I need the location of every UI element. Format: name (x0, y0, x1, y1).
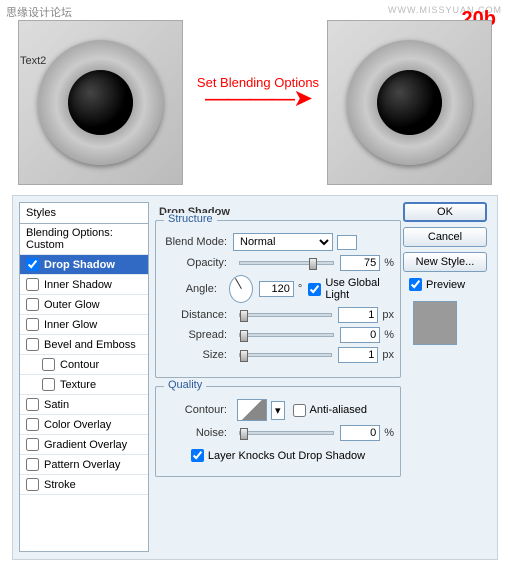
style-item-contour[interactable]: Contour (20, 355, 148, 375)
style-item-texture[interactable]: Texture (20, 375, 148, 395)
style-label: Color Overlay (44, 419, 111, 431)
style-item-outer-glow[interactable]: Outer Glow (20, 295, 148, 315)
style-label: Inner Glow (44, 319, 97, 331)
preview-label: Preview (426, 279, 465, 291)
spread-label: Spread: (162, 329, 227, 341)
opacity-value[interactable]: 75 (340, 255, 380, 271)
angle-dial[interactable] (229, 275, 253, 303)
style-item-bevel-and-emboss[interactable]: Bevel and Emboss (20, 335, 148, 355)
style-item-gradient-overlay[interactable]: Gradient Overlay (20, 435, 148, 455)
watermark-text: 思缘设计论坛 (6, 4, 72, 20)
style-checkbox[interactable] (26, 298, 39, 311)
preview-swatch (413, 301, 457, 345)
dialog-buttons: OK Cancel New Style... Preview (403, 202, 491, 345)
style-checkbox[interactable] (26, 458, 39, 471)
spread-value[interactable]: 0 (340, 327, 380, 343)
contour-label: Contour: (162, 404, 227, 416)
distance-label: Distance: (162, 309, 227, 321)
opacity-label: Opacity: (162, 257, 227, 269)
style-checkbox[interactable] (26, 418, 39, 431)
preview-checkbox[interactable] (409, 278, 422, 291)
contour-picker[interactable] (237, 399, 267, 421)
noise-value[interactable]: 0 (340, 425, 380, 441)
settings-panel: Drop Shadow Structure Blend Mode: Normal… (155, 202, 401, 485)
style-checkbox[interactable] (42, 358, 55, 371)
size-slider[interactable] (239, 353, 332, 357)
style-item-drop-shadow[interactable]: Drop Shadow (20, 255, 148, 275)
anti-aliased-checkbox[interactable] (293, 404, 306, 417)
style-label: Gradient Overlay (44, 439, 127, 451)
size-value[interactable]: 1 (338, 347, 378, 363)
style-item-inner-glow[interactable]: Inner Glow (20, 315, 148, 335)
distance-value[interactable]: 1 (338, 307, 378, 323)
style-label: Outer Glow (44, 299, 100, 311)
noise-label: Noise: (162, 427, 227, 439)
opacity-slider[interactable] (239, 261, 334, 265)
quality-fieldset: Quality Contour: ▾ Anti-aliased Noise: 0… (155, 386, 401, 477)
style-checkbox[interactable] (26, 258, 39, 271)
cancel-button[interactable]: Cancel (403, 227, 487, 247)
size-label: Size: (162, 349, 227, 361)
style-checkbox[interactable] (42, 378, 55, 391)
global-light-checkbox[interactable] (308, 283, 321, 296)
preview-after (327, 20, 492, 185)
style-label: Drop Shadow (44, 259, 115, 271)
style-item-pattern-overlay[interactable]: Pattern Overlay (20, 455, 148, 475)
style-item-satin[interactable]: Satin (20, 395, 148, 415)
style-checkbox[interactable] (26, 318, 39, 331)
style-checkbox[interactable] (26, 338, 39, 351)
structure-fieldset: Structure Blend Mode: Normal Opacity: 75… (155, 220, 401, 378)
color-swatch[interactable] (337, 235, 357, 250)
global-light-label: Use Global Light (325, 277, 394, 301)
new-style-button[interactable]: New Style... (403, 252, 487, 272)
arrow-icon: ――――➤ (188, 94, 328, 104)
style-label: Bevel and Emboss (44, 339, 136, 351)
style-checkbox[interactable] (26, 278, 39, 291)
noise-slider[interactable] (239, 431, 334, 435)
style-item-inner-shadow[interactable]: Inner Shadow (20, 275, 148, 295)
style-label: Texture (60, 379, 96, 391)
style-checkbox[interactable] (26, 398, 39, 411)
quality-legend: Quality (164, 379, 206, 391)
blend-mode-select[interactable]: Normal (233, 233, 333, 251)
blend-mode-label: Blend Mode: (162, 236, 227, 248)
knocks-out-label: Layer Knocks Out Drop Shadow (208, 450, 365, 462)
style-label: Contour (60, 359, 99, 371)
structure-legend: Structure (164, 213, 217, 225)
style-checkbox[interactable] (26, 478, 39, 491)
contour-dropdown-icon[interactable]: ▾ (271, 401, 285, 420)
style-label: Inner Shadow (44, 279, 112, 291)
style-item-stroke[interactable]: Stroke (20, 475, 148, 495)
layer-style-dialog: Styles Blending Options: Custom Drop Sha… (12, 195, 498, 560)
style-item-color-overlay[interactable]: Color Overlay (20, 415, 148, 435)
styles-header[interactable]: Styles (20, 203, 148, 224)
angle-value[interactable]: 120 (259, 281, 294, 297)
anti-aliased-label: Anti-aliased (310, 404, 367, 416)
angle-label: Angle: (162, 283, 217, 295)
preview-before (18, 20, 183, 185)
ok-button[interactable]: OK (403, 202, 487, 222)
example-header: 思缘设计论坛 WWW.MISSYUAN.COM 20b Text2 Set Bl… (0, 0, 510, 190)
arrow-annotation: Set Blending Options ――――➤ (188, 75, 328, 104)
styles-list: Styles Blending Options: Custom Drop Sha… (19, 202, 149, 552)
layer-name: Text2 (20, 55, 46, 67)
knocks-out-checkbox[interactable] (191, 449, 204, 462)
distance-slider[interactable] (239, 313, 332, 317)
blending-options-row[interactable]: Blending Options: Custom (20, 224, 148, 255)
style-label: Stroke (44, 479, 76, 491)
style-label: Satin (44, 399, 69, 411)
style-label: Pattern Overlay (44, 459, 120, 471)
spread-slider[interactable] (239, 333, 334, 337)
style-checkbox[interactable] (26, 438, 39, 451)
